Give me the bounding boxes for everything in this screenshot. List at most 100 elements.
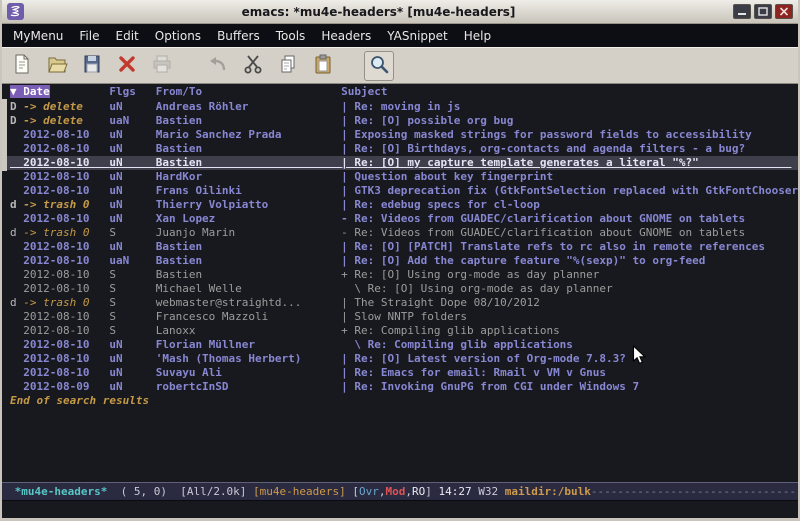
new-file-button[interactable]: [7, 51, 37, 81]
message-date: 2012-08-10: [23, 254, 109, 267]
menu-item-file[interactable]: File: [71, 26, 107, 46]
modeline-segment: ,: [379, 485, 386, 498]
open-file-button[interactable]: [42, 51, 72, 81]
message-row[interactable]: 2012-08-10 uaN Bastien | Re: [O] Add the…: [2, 254, 798, 268]
paste-icon: [312, 53, 334, 79]
message-row[interactable]: 2012-08-10 uN Suvayu Ali | Re: Emacs for…: [2, 366, 798, 380]
save-icon: [81, 53, 103, 79]
modeline-segment: [All/2.0k]: [180, 485, 253, 498]
message-mark: [10, 170, 23, 183]
menu-item-mymenu[interactable]: MyMenu: [5, 26, 71, 46]
message-date: -> delete: [23, 100, 109, 113]
modeline-segment: Mod: [386, 485, 406, 498]
message-row[interactable]: 2012-08-10 uN HardKor | Question about k…: [2, 170, 798, 184]
message-flags: uN: [109, 100, 155, 113]
message-row[interactable]: 2012-08-10 uN Bastien | Re: [O] Birthday…: [2, 142, 798, 156]
message-row[interactable]: 2012-08-10 uN Xan Lopez - Re: Videos fro…: [2, 212, 798, 226]
scrollbar-track[interactable]: [2, 84, 7, 518]
message-mark: [10, 268, 23, 281]
message-row[interactable]: 2012-08-10 S Bastien + Re: [O] Using org…: [2, 268, 798, 282]
message-row[interactable]: 2012-08-10 uN Florian Müllner \ Re: Comp…: [2, 338, 798, 352]
message-flags: uN: [109, 184, 155, 197]
maximize-button[interactable]: [754, 4, 772, 19]
menu-bar: MyMenuFileEditOptionsBuffersToolsHeaders…: [2, 24, 798, 47]
message-flags: S: [109, 324, 155, 337]
undo-button[interactable]: [203, 51, 233, 81]
header-columns[interactable]: Flgs From/To Subject: [50, 85, 388, 98]
message-from: Frans Oilinki: [156, 184, 341, 197]
message-row[interactable]: d -> trash 0 S webmaster@straightd... | …: [2, 296, 798, 310]
message-mark: D: [10, 114, 23, 127]
message-date: 2012-08-10: [23, 170, 109, 183]
menu-item-options[interactable]: Options: [147, 26, 209, 46]
message-date: 2012-08-10: [23, 282, 109, 295]
copy-button[interactable]: [273, 51, 303, 81]
message-row[interactable]: D -> delete uaN Bastien | Re: [O] possib…: [2, 114, 798, 128]
message-flags: uN: [109, 142, 155, 155]
message-row[interactable]: 2012-08-10 S Francesco Mazzoli | Slow NN…: [2, 310, 798, 324]
menu-item-buffers[interactable]: Buffers: [209, 26, 268, 46]
message-from: Bastien: [156, 114, 341, 127]
cut-button[interactable]: [238, 51, 268, 81]
message-from: 'Mash (Thomas Herbert): [156, 352, 341, 365]
message-date: 2012-08-10: [23, 212, 109, 225]
message-date: 2012-08-10: [23, 366, 109, 379]
message-from: Bastien: [156, 268, 341, 281]
message-row[interactable]: 2012-08-10 uN Mario Sanchez Prada | Expo…: [2, 128, 798, 142]
menu-item-help[interactable]: Help: [456, 26, 499, 46]
modeline-segment: ]: [425, 485, 438, 498]
message-from: webmaster@straightd...: [156, 296, 341, 309]
message-date: 2012-08-10: [23, 310, 109, 323]
message-mark: [10, 156, 23, 169]
close-button[interactable]: [775, 4, 793, 19]
message-from: robertcInSD: [156, 380, 341, 393]
message-mark: [10, 352, 23, 365]
message-subject: | Exposing masked strings for password f…: [341, 128, 791, 141]
paste-button[interactable]: [308, 51, 338, 81]
sort-column-date[interactable]: ▼ Date: [10, 85, 50, 98]
message-subject: + Re: [O] Using org-mode as day planner: [341, 268, 791, 281]
message-row[interactable]: 2012-08-10 S Lanoxx + Re: Compiling glib…: [2, 324, 798, 338]
message-list: D -> delete uN Andreas Röhler | Re: movi…: [2, 100, 798, 394]
message-date: 2012-08-10: [23, 142, 109, 155]
kill-buffer-button[interactable]: [112, 51, 142, 81]
title-bar[interactable]: emacs: *mu4e-headers* [mu4e-headers]: [2, 0, 798, 24]
message-from: Andreas Röhler: [156, 100, 341, 113]
message-mark: D: [10, 100, 23, 113]
message-row[interactable]: d -> trash 0 S Juanjo Marin - Re: Videos…: [2, 226, 798, 240]
message-row[interactable]: 2012-08-10 uN 'Mash (Thomas Herbert) | R…: [2, 352, 798, 366]
message-subject: - Re: Videos from GUADEC/clarification a…: [341, 226, 791, 239]
message-date: 2012-08-10: [23, 156, 109, 169]
message-row[interactable]: 2012-08-09 uN robertcInSD | Re: Invoking…: [2, 380, 798, 394]
message-date: 2012-08-10: [23, 184, 109, 197]
emacs-window: emacs: *mu4e-headers* [mu4e-headers] MyM…: [0, 0, 800, 521]
message-row[interactable]: 2012-08-10 uN Bastien | Re: [O] [PATCH] …: [2, 240, 798, 254]
message-flags: S: [109, 296, 155, 309]
modeline-segment: [mu4e-headers]: [253, 485, 352, 498]
emacs-app-icon: [7, 3, 24, 20]
message-mark: [10, 310, 23, 323]
message-flags: uaN: [109, 254, 155, 267]
message-row[interactable]: 2012-08-10 S Michael Welle \ Re: [O] Usi…: [2, 282, 798, 296]
menu-item-tools[interactable]: Tools: [268, 26, 314, 46]
message-row[interactable]: d -> trash 0 uN Thierry Volpiatto | Re: …: [2, 198, 798, 212]
message-flags: uaN: [109, 114, 155, 127]
message-row[interactable]: 2012-08-10 uN Bastien | Re: [O] my captu…: [2, 156, 798, 170]
message-flags: uN: [109, 352, 155, 365]
menu-item-edit[interactable]: Edit: [108, 26, 147, 46]
menu-item-yasnippet[interactable]: YASnippet: [379, 26, 456, 46]
message-date: -> delete: [23, 114, 109, 127]
scrollbar-thumb[interactable]: [2, 99, 7, 171]
message-flags: uN: [109, 380, 155, 393]
menu-item-headers[interactable]: Headers: [313, 26, 379, 46]
minimize-button[interactable]: [733, 4, 751, 19]
message-mark: [10, 212, 23, 225]
message-row[interactable]: 2012-08-10 uN Frans Oilinki | GTK3 depre…: [2, 184, 798, 198]
print-button[interactable]: [147, 51, 177, 81]
modeline-segment: RO: [412, 485, 425, 498]
message-row[interactable]: D -> delete uN Andreas Röhler | Re: movi…: [2, 100, 798, 114]
message-subject: | Re: [O] Add the capture feature "%(sex…: [341, 254, 791, 267]
message-mark: [10, 254, 23, 267]
save-button[interactable]: [77, 51, 107, 81]
search-button[interactable]: [364, 51, 394, 81]
